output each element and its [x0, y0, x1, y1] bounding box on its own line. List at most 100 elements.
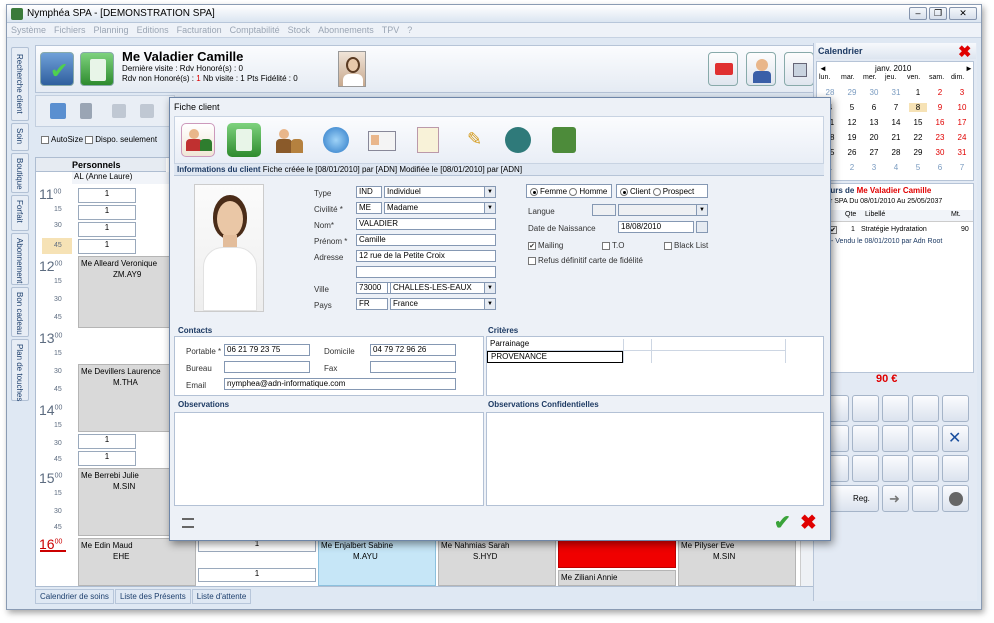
calculator-icon[interactable] — [80, 52, 114, 86]
calendar-picker-icon[interactable] — [696, 221, 708, 233]
menu-systeme[interactable]: Système — [7, 23, 50, 37]
lock-icon[interactable] — [112, 104, 126, 118]
tab-recherche-client[interactable]: Recherche client — [11, 47, 29, 121]
document-icon[interactable] — [852, 395, 879, 422]
slot-cell[interactable]: 1 — [78, 451, 136, 466]
slot-cell[interactable]: 1 — [78, 222, 136, 237]
exit-icon[interactable] — [912, 485, 939, 512]
civilite-code-field[interactable]: ME — [356, 202, 382, 214]
calendar-day[interactable]: 2 — [843, 163, 861, 172]
calendar-day[interactable]: 3 — [953, 88, 971, 97]
calendar-day[interactable]: 14 — [887, 118, 905, 127]
cash-icon[interactable] — [942, 395, 969, 422]
client-radio[interactable] — [620, 187, 628, 196]
slot-cell[interactable]: 1 — [78, 188, 136, 203]
menu-fichiers[interactable]: Fichiers — [50, 23, 90, 37]
menu-planning[interactable]: Planning — [90, 23, 133, 37]
books-icon[interactable] — [882, 455, 909, 482]
calendar-day[interactable]: 20 — [865, 133, 883, 142]
trash-icon[interactable] — [80, 103, 92, 119]
adresse-line2-field[interactable] — [356, 266, 496, 278]
calendar-day[interactable]: 2 — [931, 88, 949, 97]
tab-liste-presents[interactable]: Liste des Présents — [114, 589, 191, 604]
civilite-select[interactable]: Madame ▼ — [384, 202, 496, 214]
calendar-day[interactable]: 29 — [843, 88, 861, 97]
list-icon[interactable] — [882, 425, 909, 452]
cart-icon[interactable] — [708, 52, 738, 86]
slot-cell[interactable]: 1 — [78, 434, 136, 449]
portable-field[interactable]: 06 21 79 23 75 — [224, 344, 310, 356]
calendar-day[interactable]: 28 — [821, 88, 839, 97]
domicile-field[interactable]: 04 79 72 96 26 — [370, 344, 456, 356]
mailing-checkbox[interactable]: ✔ Mailing — [528, 241, 563, 250]
calculator-icon[interactable] — [227, 123, 261, 157]
person-icon[interactable] — [852, 425, 879, 452]
calendar-day[interactable]: 13 — [865, 118, 883, 127]
tab-abonnement[interactable]: Abonnement — [11, 233, 29, 285]
prev-month-icon[interactable]: ◄ — [819, 64, 827, 73]
adresse-field[interactable]: 12 rue de la Petite Croix — [356, 250, 496, 262]
appointment[interactable]: Me Berrebi Julie M.SIN — [78, 468, 170, 536]
tab-calendrier-soins[interactable]: Calendrier de soins — [35, 589, 114, 604]
date-naissance-field[interactable]: 18/08/2010 — [618, 221, 694, 233]
type-select[interactable]: Individuel ▼ — [384, 186, 496, 198]
slot-cell[interactable]: 1 — [78, 205, 136, 220]
forward-icon[interactable]: ➜ — [882, 485, 909, 512]
calendar-day[interactable]: 22 — [909, 133, 927, 142]
critere-row[interactable]: PROVENANCE — [487, 351, 623, 363]
calendar-day[interactable]: 8 — [909, 103, 927, 112]
appointment-highlighted[interactable] — [558, 538, 676, 568]
calendar-day[interactable]: 16 — [931, 118, 949, 127]
calendar-day[interactable]: 6 — [931, 163, 949, 172]
appointment[interactable]: Me Nahmias Sarah S.HYD — [438, 538, 556, 586]
calendar-day[interactable]: 5 — [909, 163, 927, 172]
email-field[interactable]: nymphea@adn-informatique.com — [224, 378, 456, 390]
minimize-button[interactable]: – — [909, 7, 927, 20]
ville-select[interactable]: CHALLES-LES-EAUX ▼ — [390, 282, 496, 294]
observations-textarea[interactable] — [174, 412, 484, 506]
maximize-button[interactable]: ❐ — [929, 7, 947, 20]
card-icon[interactable] — [912, 455, 939, 482]
appointment[interactable]: Me Devillers Laurence M.THA — [78, 364, 170, 432]
calendar-day[interactable]: 5 — [843, 103, 861, 112]
tab-liste-attente[interactable]: Liste d'attente — [191, 589, 252, 604]
appointment[interactable]: Me Alleard Veronique ZM.AY9 — [78, 256, 170, 328]
home-icon[interactable] — [784, 52, 814, 86]
payment-icon[interactable] — [912, 395, 939, 422]
calendar-day[interactable]: 26 — [843, 148, 861, 157]
email-icon[interactable] — [319, 123, 353, 157]
encours-row[interactable]: ✔ 1 Stratégie Hydratation 90 — [817, 224, 973, 236]
calendar-day[interactable]: 30 — [931, 148, 949, 157]
appointment[interactable]: Me Enjalbert Sabine M.AYU — [318, 538, 436, 586]
calendar-day[interactable]: 12 — [843, 118, 861, 127]
autosize-option[interactable]: AutoSize Dispo. seulement — [41, 135, 157, 144]
notepad-icon[interactable] — [411, 123, 445, 157]
tab-forfait[interactable]: Forfait — [11, 195, 29, 231]
menu-tpv[interactable]: TPV — [378, 23, 404, 37]
appointment[interactable]: Me Edin Maud EHE — [78, 538, 196, 586]
tab-boutique[interactable]: Boutique — [11, 153, 29, 193]
calendar-day[interactable]: 23 — [931, 133, 949, 142]
close-window-button[interactable]: ✕ — [949, 7, 977, 20]
power-icon[interactable] — [942, 485, 969, 512]
close-icon[interactable]: ✖ — [958, 42, 971, 62]
calendar-day[interactable]: 7 — [953, 163, 971, 172]
critere-row[interactable]: Parrainage — [487, 339, 785, 351]
calendar-day[interactable]: 17 — [953, 118, 971, 127]
femme-radio[interactable] — [530, 187, 538, 196]
slot-cell[interactable]: 1 — [78, 239, 136, 254]
calendar-day[interactable]: 10 — [953, 103, 971, 112]
calendar-day[interactable]: 1 — [909, 88, 927, 97]
pays-select[interactable]: France ▼ — [390, 298, 496, 310]
calendar-day[interactable]: 31 — [887, 88, 905, 97]
prospect-radio[interactable] — [652, 187, 661, 196]
register-icon[interactable] — [547, 123, 581, 157]
grid-icon[interactable] — [50, 103, 66, 119]
blacklist-checkbox[interactable]: Black List — [664, 241, 708, 250]
observations-confidentielles-textarea[interactable] — [486, 412, 824, 506]
calendar-day[interactable]: 9 — [931, 103, 949, 112]
tab-soin[interactable]: Soin — [11, 123, 29, 151]
appointment[interactable]: Me Ziliani Annie — [558, 570, 676, 586]
menu-editions[interactable]: Editions — [133, 23, 173, 37]
fax-field[interactable] — [370, 361, 456, 373]
